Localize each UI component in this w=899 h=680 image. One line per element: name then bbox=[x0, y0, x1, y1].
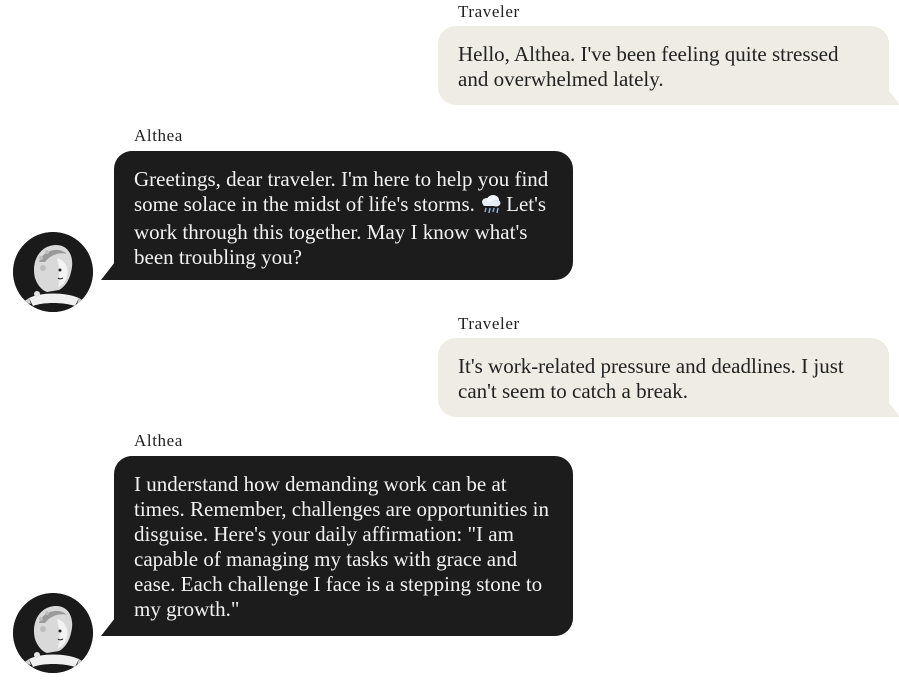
bubble-tail bbox=[886, 87, 899, 105]
bubble-tail bbox=[101, 618, 115, 636]
sender-name: Traveler bbox=[458, 314, 520, 333]
althea-avatar bbox=[13, 232, 93, 312]
althea-portrait-icon bbox=[13, 593, 93, 673]
assistant-message-bubble: I understand how demanding work can be a… bbox=[114, 456, 573, 636]
bubble-tail bbox=[101, 262, 115, 280]
message-text: It's work-related pressure and deadlines… bbox=[458, 354, 844, 403]
user-message-bubble: It's work-related pressure and deadlines… bbox=[438, 338, 889, 417]
sender-name: Althea bbox=[134, 126, 183, 145]
cloud-rain-icon bbox=[480, 194, 502, 220]
assistant-message-bubble: Greetings, dear traveler. I'm here to he… bbox=[114, 151, 573, 280]
user-message-bubble: Hello, Althea. I've been feeling quite s… bbox=[438, 26, 889, 105]
althea-portrait-icon bbox=[13, 232, 93, 312]
message-text: I understand how demanding work can be a… bbox=[134, 472, 549, 621]
althea-avatar bbox=[13, 593, 93, 673]
message-text: Hello, Althea. I've been feeling quite s… bbox=[458, 42, 839, 91]
sender-name: Althea bbox=[134, 431, 183, 450]
sender-name: Traveler bbox=[458, 2, 520, 21]
chat-thread: Traveler Hello, Althea. I've been feelin… bbox=[0, 0, 899, 680]
bubble-tail bbox=[886, 399, 899, 417]
